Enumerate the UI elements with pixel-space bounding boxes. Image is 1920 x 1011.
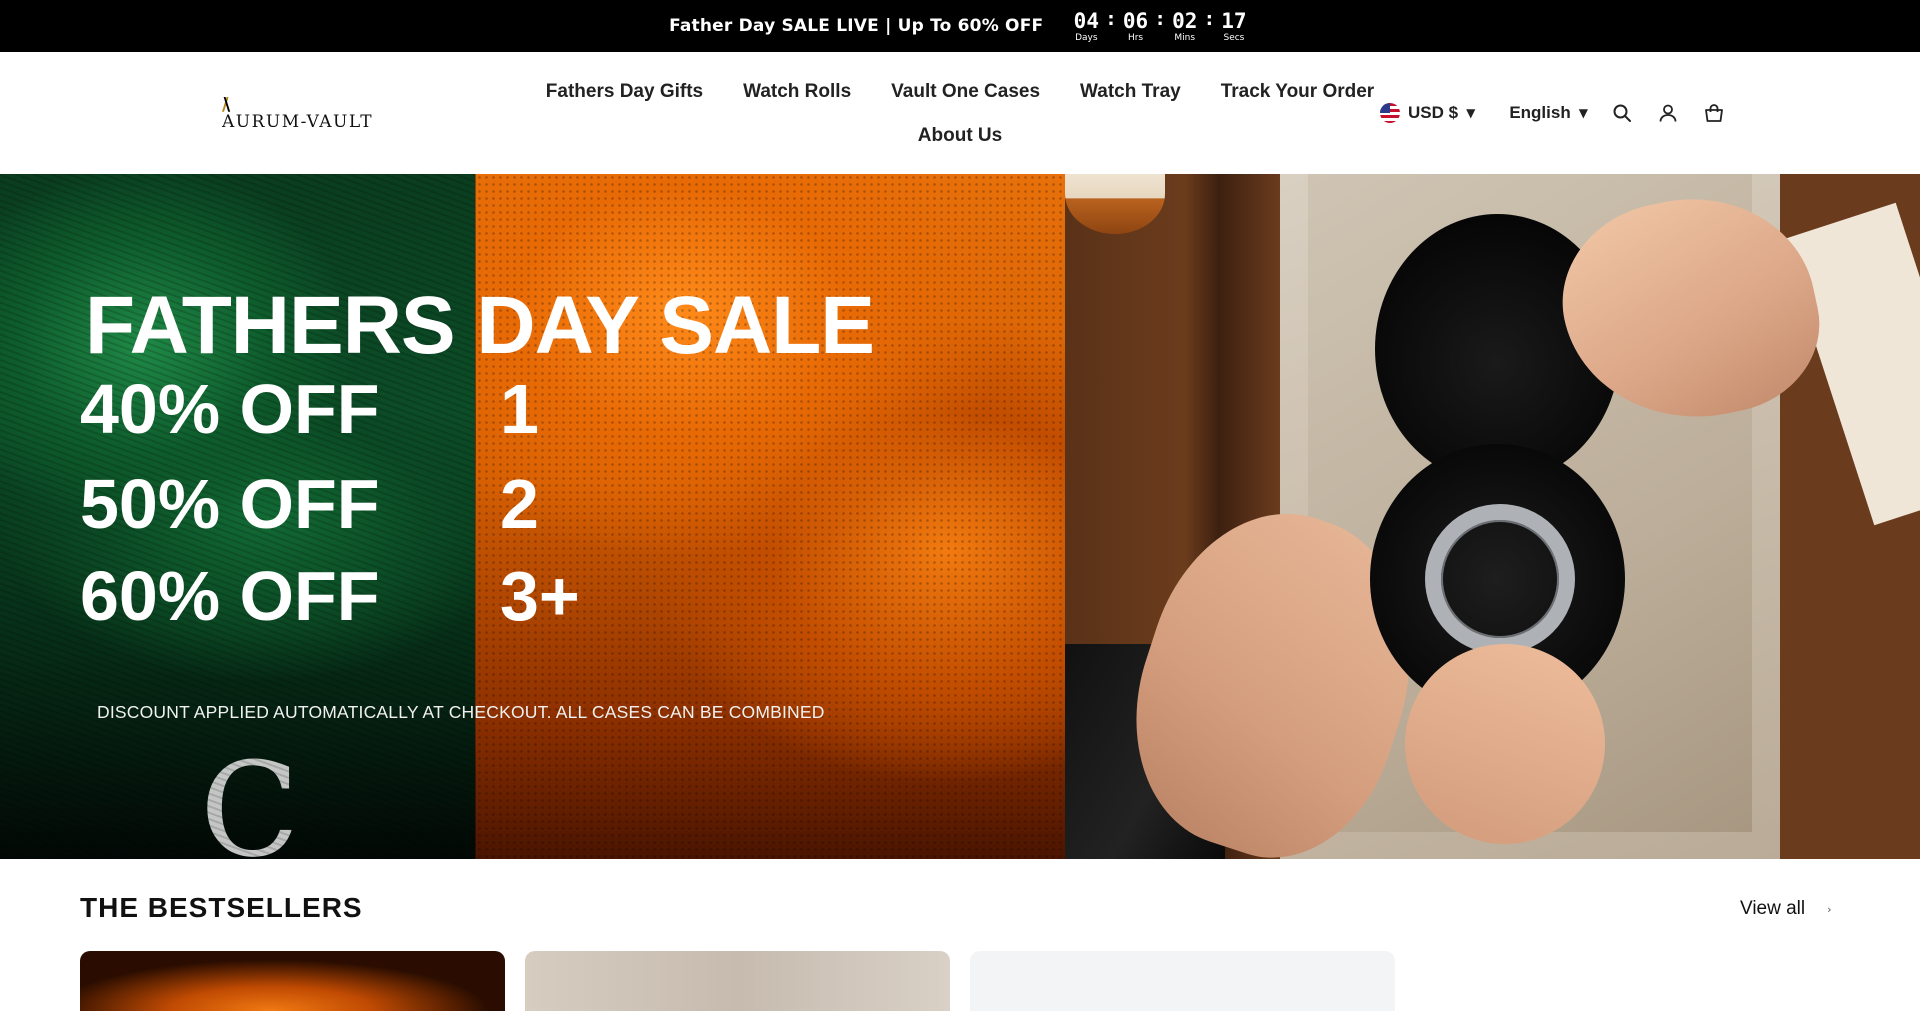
nav-item-track-your-order[interactable]: Track Your Order <box>1221 81 1374 103</box>
account-icon[interactable] <box>1656 101 1680 125</box>
nav-item-watch-rolls[interactable]: Watch Rolls <box>743 81 851 103</box>
tier-discount: 60% OFF <box>80 557 380 635</box>
nav-row: Fathers Day Gifts Watch Rolls Vault One … <box>540 70 1380 114</box>
countdown-label: Mins <box>1174 32 1196 43</box>
countdown-value: 04 <box>1073 8 1099 33</box>
hero-title: FATHERS DAY SALE <box>85 280 875 371</box>
announcement-bar: Father Day SALE LIVE | Up To 60% OFF 04 … <box>0 0 1920 52</box>
hero-note: DISCOUNT APPLIED AUTOMATICALLY AT CHECKO… <box>97 702 825 722</box>
thumb-image <box>1405 644 1605 844</box>
watch-case-photo <box>1065 174 1920 859</box>
us-flag-icon <box>1380 103 1400 123</box>
nav-item-vault-one-cases[interactable]: Vault One Cases <box>891 81 1040 103</box>
product-card[interactable] <box>80 951 505 1011</box>
tier-discount: 50% OFF <box>80 465 380 543</box>
currency-label: USD $ <box>1408 103 1459 122</box>
countdown-hours: 06 Hrs <box>1119 10 1153 43</box>
tier-quantity: 1 <box>500 370 539 448</box>
countdown-seconds: 17 Secs <box>1217 10 1251 43</box>
logo-watermark: C <box>200 734 300 859</box>
countdown-separator: : <box>1107 8 1115 30</box>
view-all-label: View all <box>1740 898 1806 919</box>
countdown-value: 17 <box>1221 8 1247 33</box>
main-navigation: Fathers Day Gifts Watch Rolls Vault One … <box>540 70 1380 158</box>
site-logo[interactable]: /\ AURUM-VAULT <box>222 94 392 134</box>
hero-banner[interactable]: C FATHERS DAY SALE 40% OFF 1 50% OFF 2 6… <box>0 174 1920 859</box>
watch-image <box>1425 504 1575 654</box>
language-selector[interactable]: English ▼ <box>1509 103 1588 123</box>
countdown-minutes: 02 Mins <box>1168 10 1202 43</box>
countdown-value: 02 <box>1172 8 1198 33</box>
chevron-right-icon: › <box>1827 902 1832 916</box>
countdown-separator: : <box>1205 8 1213 30</box>
nav-item-fathers-day-gifts[interactable]: Fathers Day Gifts <box>546 81 703 103</box>
chevron-down-icon: ▼ <box>1466 106 1476 120</box>
countdown-label: Secs <box>1223 32 1245 43</box>
countdown-label: Hrs <box>1127 32 1144 43</box>
currency-selector[interactable]: USD $ ▼ <box>1380 103 1475 123</box>
countdown-label: Days <box>1075 32 1098 43</box>
site-header: /\ AURUM-VAULT Fathers Day Gifts Watch R… <box>0 52 1920 174</box>
header-utilities: USD $ ▼ English ▼ <box>1380 98 1726 128</box>
orange-fabric-image <box>475 174 1065 859</box>
product-card[interactable] <box>970 951 1395 1011</box>
cart-icon[interactable] <box>1702 101 1726 125</box>
tier-discount: 40% OFF <box>80 370 380 448</box>
jar-image <box>1065 174 1165 234</box>
logo-text: AURUM-VAULT <box>222 112 374 132</box>
countdown-separator: : <box>1156 8 1164 30</box>
countdown-timer: 04 Days : 06 Hrs : 02 Mins : 17 Secs <box>1069 8 1251 43</box>
countdown-days: 04 Days <box>1069 10 1103 43</box>
bestsellers-heading: THE BESTSELLERS <box>80 892 363 923</box>
nav-row: About Us <box>540 114 1380 158</box>
search-icon[interactable] <box>1610 101 1634 125</box>
product-card[interactable] <box>525 951 950 1011</box>
tier-quantity: 2 <box>500 465 539 543</box>
announcement-text: Father Day SALE LIVE | Up To 60% OFF <box>669 16 1044 36</box>
chevron-down-icon: ▼ <box>1578 106 1588 120</box>
nav-item-about-us[interactable]: About Us <box>918 125 1002 147</box>
tier-quantity: 3+ <box>500 557 580 635</box>
language-label: English <box>1509 103 1571 122</box>
view-all-link[interactable]: View all › <box>1740 898 1832 920</box>
countdown-value: 06 <box>1122 8 1149 33</box>
nav-item-watch-tray[interactable]: Watch Tray <box>1080 81 1181 103</box>
